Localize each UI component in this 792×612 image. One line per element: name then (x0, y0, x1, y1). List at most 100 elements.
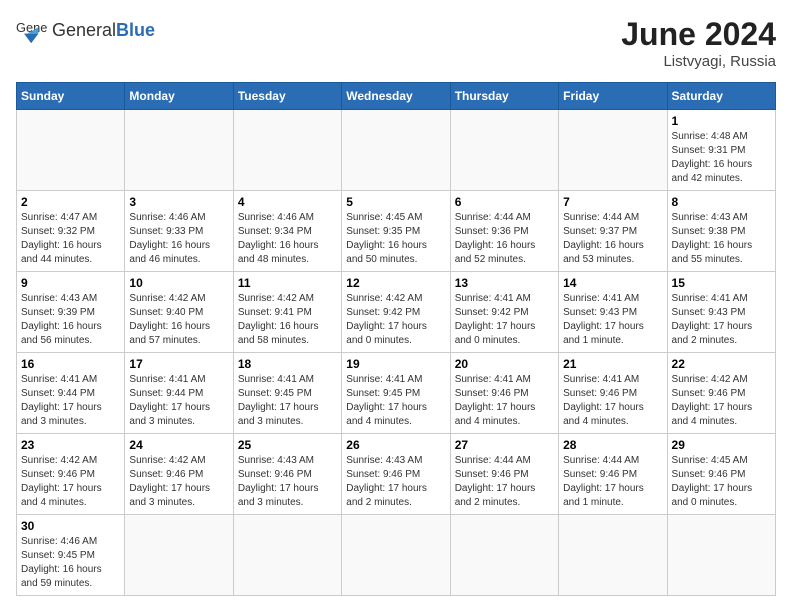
weekday-header-saturday: Saturday (667, 83, 775, 110)
calendar-cell (450, 110, 558, 191)
calendar-cell: 23 Sunrise: 4:42 AM Sunset: 9:46 PM Dayli… (17, 434, 125, 515)
day-info: Sunrise: 4:46 AM Sunset: 9:33 PM Dayligh… (129, 211, 228, 267)
calendar-cell: 30 Sunrise: 4:46 AM Sunset: 9:45 PM Dayli… (17, 515, 125, 596)
calendar-cell: 8 Sunrise: 4:43 AM Sunset: 9:38 PM Daylig… (667, 191, 775, 272)
weekday-header-friday: Friday (559, 83, 667, 110)
day-info: Sunrise: 4:47 AM Sunset: 9:32 PM Dayligh… (21, 211, 120, 267)
calendar-cell: 16 Sunrise: 4:41 AM Sunset: 9:44 PM Dayli… (17, 353, 125, 434)
day-number: 4 (238, 195, 337, 209)
calendar-cell: 12 Sunrise: 4:42 AM Sunset: 9:42 PM Dayli… (342, 272, 450, 353)
calendar-cell (342, 110, 450, 191)
day-info: Sunrise: 4:42 AM Sunset: 9:42 PM Dayligh… (346, 292, 445, 348)
calendar-cell: 28 Sunrise: 4:44 AM Sunset: 9:46 PM Dayli… (559, 434, 667, 515)
calendar-cell: 7 Sunrise: 4:44 AM Sunset: 9:37 PM Daylig… (559, 191, 667, 272)
calendar-cell: 1Sunrise: 4:48 AM Sunset: 9:31 PM Daylig… (667, 110, 775, 191)
day-info: Sunrise: 4:41 AM Sunset: 9:46 PM Dayligh… (563, 373, 662, 429)
day-number: 12 (346, 276, 445, 290)
day-info: Sunrise: 4:41 AM Sunset: 9:44 PM Dayligh… (129, 373, 228, 429)
calendar-cell: 9 Sunrise: 4:43 AM Sunset: 9:39 PM Daylig… (17, 272, 125, 353)
weekday-header-tuesday: Tuesday (233, 83, 341, 110)
month-year: June 2024 (621, 16, 776, 53)
day-number: 5 (346, 195, 445, 209)
day-number: 27 (455, 438, 554, 452)
day-info: Sunrise: 4:41 AM Sunset: 9:44 PM Dayligh… (21, 373, 120, 429)
day-number: 13 (455, 276, 554, 290)
day-number: 25 (238, 438, 337, 452)
calendar-cell: 20 Sunrise: 4:41 AM Sunset: 9:46 PM Dayli… (450, 353, 558, 434)
day-number: 16 (21, 357, 120, 371)
calendar-cell: 21 Sunrise: 4:41 AM Sunset: 9:46 PM Dayli… (559, 353, 667, 434)
calendar-cell (559, 515, 667, 596)
day-info: Sunrise: 4:44 AM Sunset: 9:46 PM Dayligh… (563, 454, 662, 510)
day-info: Sunrise: 4:41 AM Sunset: 9:45 PM Dayligh… (346, 373, 445, 429)
calendar-cell: 29 Sunrise: 4:45 AM Sunset: 9:46 PM Dayli… (667, 434, 775, 515)
day-number: 3 (129, 195, 228, 209)
calendar-cell: 2 Sunrise: 4:47 AM Sunset: 9:32 PM Daylig… (17, 191, 125, 272)
logo: General GeneralBlue (16, 16, 155, 44)
day-number: 7 (563, 195, 662, 209)
day-number: 29 (672, 438, 771, 452)
calendar-cell (233, 515, 341, 596)
day-number: 17 (129, 357, 228, 371)
calendar-cell (125, 515, 233, 596)
day-info: Sunrise: 4:42 AM Sunset: 9:41 PM Dayligh… (238, 292, 337, 348)
calendar-cell: 25Sunrise: 4:43 AM Sunset: 9:46 PM Dayli… (233, 434, 341, 515)
day-number: 18 (238, 357, 337, 371)
calendar-cell (559, 110, 667, 191)
day-info: Sunrise: 4:44 AM Sunset: 9:37 PM Dayligh… (563, 211, 662, 267)
day-info: Sunrise: 4:44 AM Sunset: 9:36 PM Dayligh… (455, 211, 554, 267)
calendar-cell (667, 515, 775, 596)
day-number: 28 (563, 438, 662, 452)
calendar-table: SundayMondayTuesdayWednesdayThursdayFrid… (16, 82, 776, 596)
day-info: Sunrise: 4:41 AM Sunset: 9:42 PM Dayligh… (455, 292, 554, 348)
day-info: Sunrise: 4:45 AM Sunset: 9:35 PM Dayligh… (346, 211, 445, 267)
calendar-cell: 17 Sunrise: 4:41 AM Sunset: 9:44 PM Dayli… (125, 353, 233, 434)
calendar-cell: 18 Sunrise: 4:41 AM Sunset: 9:45 PM Dayli… (233, 353, 341, 434)
calendar-cell: 3 Sunrise: 4:46 AM Sunset: 9:33 PM Daylig… (125, 191, 233, 272)
day-number: 6 (455, 195, 554, 209)
day-number: 23 (21, 438, 120, 452)
day-info: Sunrise: 4:46 AM Sunset: 9:34 PM Dayligh… (238, 211, 337, 267)
weekday-header-monday: Monday (125, 83, 233, 110)
calendar-cell: 22Sunrise: 4:42 AM Sunset: 9:46 PM Dayli… (667, 353, 775, 434)
day-number: 15 (672, 276, 771, 290)
day-info: Sunrise: 4:43 AM Sunset: 9:38 PM Dayligh… (672, 211, 771, 267)
day-number: 20 (455, 357, 554, 371)
day-number: 11 (238, 276, 337, 290)
calendar-cell (125, 110, 233, 191)
calendar-cell: 26 Sunrise: 4:43 AM Sunset: 9:46 PM Dayli… (342, 434, 450, 515)
calendar-cell: 11 Sunrise: 4:42 AM Sunset: 9:41 PM Dayli… (233, 272, 341, 353)
day-number: 2 (21, 195, 120, 209)
day-info: Sunrise: 4:42 AM Sunset: 9:46 PM Dayligh… (21, 454, 120, 510)
calendar-cell (17, 110, 125, 191)
day-info: Sunrise: 4:46 AM Sunset: 9:45 PM Dayligh… (21, 535, 120, 591)
calendar-cell: 4 Sunrise: 4:46 AM Sunset: 9:34 PM Daylig… (233, 191, 341, 272)
day-number: 10 (129, 276, 228, 290)
day-info: Sunrise: 4:41 AM Sunset: 9:45 PM Dayligh… (238, 373, 337, 429)
day-number: 30 (21, 519, 120, 533)
day-info: Sunrise: 4:44 AM Sunset: 9:46 PM Dayligh… (455, 454, 554, 510)
day-info: Sunrise: 4:42 AM Sunset: 9:46 PM Dayligh… (129, 454, 228, 510)
calendar-cell: 24Sunrise: 4:42 AM Sunset: 9:46 PM Dayli… (125, 434, 233, 515)
calendar-cell: 19Sunrise: 4:41 AM Sunset: 9:45 PM Dayli… (342, 353, 450, 434)
calendar-cell: 5 Sunrise: 4:45 AM Sunset: 9:35 PM Daylig… (342, 191, 450, 272)
day-number: 8 (672, 195, 771, 209)
day-number: 9 (21, 276, 120, 290)
weekday-header-wednesday: Wednesday (342, 83, 450, 110)
day-number: 21 (563, 357, 662, 371)
day-number: 14 (563, 276, 662, 290)
day-number: 26 (346, 438, 445, 452)
day-info: Sunrise: 4:42 AM Sunset: 9:46 PM Dayligh… (672, 373, 771, 429)
day-info: Sunrise: 4:41 AM Sunset: 9:43 PM Dayligh… (672, 292, 771, 348)
day-info: Sunrise: 4:41 AM Sunset: 9:46 PM Dayligh… (455, 373, 554, 429)
day-info: Sunrise: 4:43 AM Sunset: 9:46 PM Dayligh… (346, 454, 445, 510)
calendar-cell (450, 515, 558, 596)
calendar-cell (342, 515, 450, 596)
day-info: Sunrise: 4:43 AM Sunset: 9:39 PM Dayligh… (21, 292, 120, 348)
calendar-cell: 27 Sunrise: 4:44 AM Sunset: 9:46 PM Dayli… (450, 434, 558, 515)
calendar-cell: 10Sunrise: 4:42 AM Sunset: 9:40 PM Dayli… (125, 272, 233, 353)
calendar-cell: 15 Sunrise: 4:41 AM Sunset: 9:43 PM Dayli… (667, 272, 775, 353)
calendar-cell (233, 110, 341, 191)
day-info: Sunrise: 4:45 AM Sunset: 9:46 PM Dayligh… (672, 454, 771, 510)
day-number: 1 (672, 114, 771, 128)
